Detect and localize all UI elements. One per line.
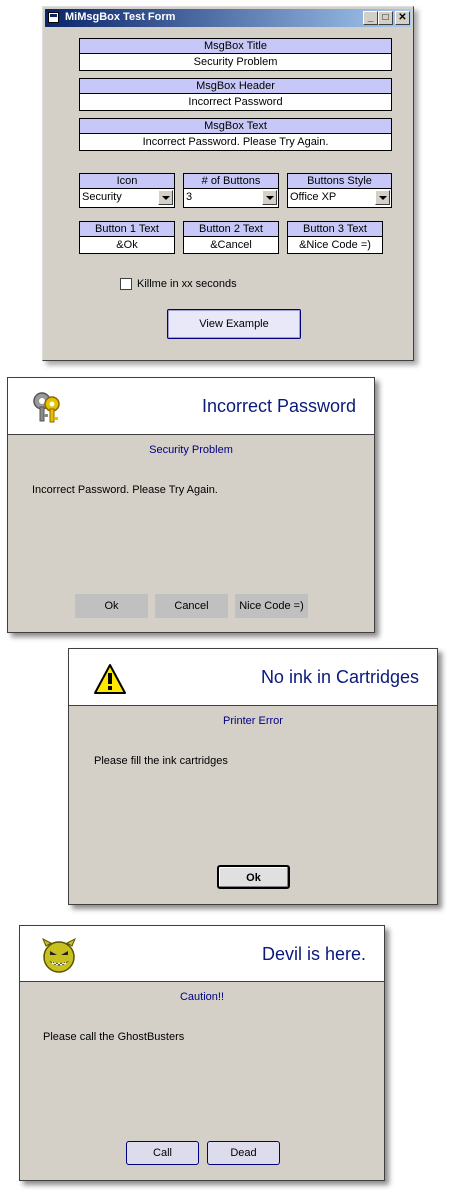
window-title: MiMsgBox Test Form — [65, 11, 176, 23]
keys-icon — [30, 390, 66, 429]
button3-text-label: Button 3 Text — [288, 222, 382, 237]
msgbox-body-text: Please fill the ink cartridges — [94, 755, 228, 767]
msgbox-body-text: Please call the GhostBusters — [43, 1031, 185, 1043]
msgbox-header-input[interactable]: Incorrect Password — [80, 94, 391, 110]
msgbox-devil: Devil is here. Caution!! Please call the… — [19, 925, 385, 1181]
msgbox-header-text: Devil is here. — [261, 944, 366, 964]
msgbox-security: Incorrect Password Security Problem Inco… — [7, 377, 375, 633]
ok-button[interactable]: Ok — [75, 594, 148, 618]
num-buttons-select-value: 3 — [186, 191, 193, 203]
call-button[interactable]: Call — [126, 1141, 199, 1165]
msgbox-printer: No ink in Cartridges Printer Error Pleas… — [68, 648, 438, 905]
button2-text-label: Button 2 Text — [184, 222, 278, 237]
button1-text-field: Button 1 Text &Ok — [79, 221, 175, 254]
msgbox-header-text: No ink in Cartridges — [260, 667, 419, 687]
msgbox-header-area: Incorrect Password — [8, 378, 374, 435]
warning-icon — [93, 663, 127, 698]
button2-text-field: Button 2 Text &Cancel — [183, 221, 279, 254]
app-window-icon — [48, 12, 59, 23]
devil-face-icon — [40, 937, 78, 977]
button3-text-field: Button 3 Text &Nice Code =) — [287, 221, 383, 254]
chevron-down-icon[interactable] — [262, 190, 277, 205]
title-bar[interactable]: MiMsgBox Test Form _ □ ✕ — [45, 9, 411, 27]
num-buttons-field: # of Buttons 3 — [183, 173, 279, 208]
chevron-down-icon[interactable] — [375, 190, 390, 205]
msgbox-title-input[interactable]: Security Problem — [80, 54, 391, 70]
msgbox-title-text: Printer Error — [223, 715, 283, 727]
msgbox-title-field: MsgBox Title Security Problem — [79, 38, 392, 71]
test-form-window: MiMsgBox Test Form _ □ ✕ MsgBox Title Se… — [42, 6, 414, 361]
maximize-button[interactable]: □ — [378, 11, 393, 25]
button1-text-label: Button 1 Text — [80, 222, 174, 237]
msgbox-title-text: Security Problem — [149, 444, 233, 456]
num-buttons-label: # of Buttons — [184, 174, 278, 188]
buttons-style-select-value: Office XP — [290, 191, 337, 203]
icon-select-value: Security — [82, 191, 122, 203]
killme-label: Killme in xx seconds — [137, 278, 237, 290]
minimize-button[interactable]: _ — [363, 11, 378, 25]
icon-field: Icon Security — [79, 173, 175, 208]
msgbox-title-text: Caution!! — [179, 991, 225, 1003]
msgbox-text-input[interactable]: Incorrect Password. Please Try Again. — [80, 134, 391, 150]
cancel-button[interactable]: Cancel — [155, 594, 228, 618]
chevron-down-icon[interactable] — [158, 190, 173, 205]
msgbox-header-field: MsgBox Header Incorrect Password — [79, 78, 392, 111]
buttons-style-field: Buttons Style Office XP — [287, 173, 392, 208]
msgbox-header-text: Incorrect Password — [201, 396, 356, 416]
ok-button[interactable]: Ok — [217, 865, 290, 889]
msgbox-text-label: MsgBox Text — [80, 119, 391, 134]
msgbox-header-area: No ink in Cartridges — [69, 649, 437, 706]
button1-text-input[interactable]: &Ok — [80, 237, 174, 253]
button2-text-input[interactable]: &Cancel — [184, 237, 278, 253]
msgbox-header-label: MsgBox Header — [80, 79, 391, 94]
msgbox-body-text: Incorrect Password. Please Try Again. — [32, 484, 218, 496]
icon-label: Icon — [80, 174, 174, 188]
killme-checkbox[interactable] — [120, 278, 132, 290]
msgbox-text-field: MsgBox Text Incorrect Password. Please T… — [79, 118, 392, 151]
buttons-style-select[interactable]: Office XP — [288, 188, 391, 207]
button3-text-input[interactable]: &Nice Code =) — [288, 237, 382, 253]
msgbox-header-area: Devil is here. — [20, 926, 384, 982]
msgbox-title-label: MsgBox Title — [80, 39, 391, 54]
nice-code-button[interactable]: Nice Code =) — [235, 594, 308, 618]
icon-select[interactable]: Security — [80, 188, 174, 207]
close-button[interactable]: ✕ — [395, 11, 410, 25]
dead-button[interactable]: Dead — [207, 1141, 280, 1165]
buttons-style-label: Buttons Style — [288, 174, 391, 188]
num-buttons-select[interactable]: 3 — [184, 188, 278, 207]
view-example-button[interactable]: View Example — [167, 309, 301, 339]
